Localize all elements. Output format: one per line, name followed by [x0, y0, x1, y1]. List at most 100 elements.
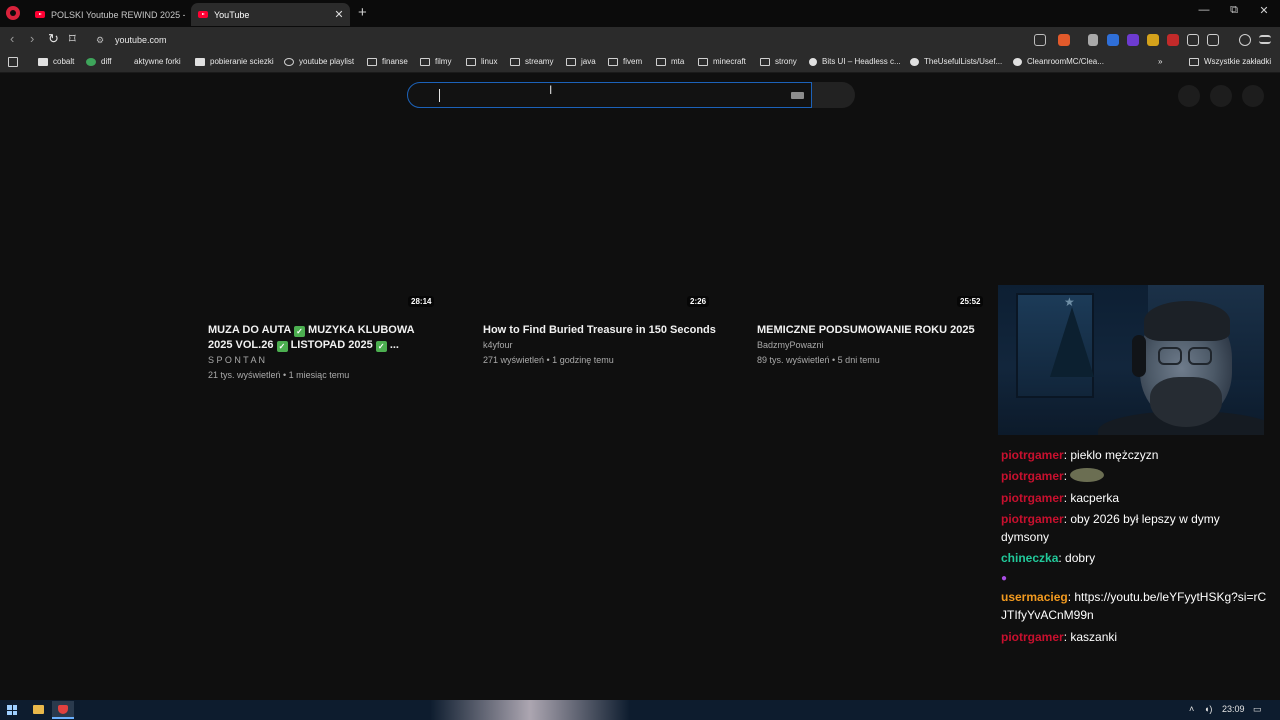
share-icon[interactable]	[1034, 34, 1046, 46]
bookmark-label: Bits UI – Headless c...	[822, 57, 901, 66]
video-title[interactable]: MEMICZNE PODSUMOWANIE ROKU 2025	[757, 323, 987, 338]
video-title-part: MUZA DO AUTA	[208, 324, 291, 336]
clock[interactable]: 23:09	[1222, 704, 1245, 714]
browser-logo-icon[interactable]	[6, 6, 20, 20]
bookmark-folder-minecraft[interactable]: minecraft	[698, 57, 746, 66]
forward-button[interactable]: ›	[30, 31, 34, 46]
video-meta: 89 tys. wyświetleń • 5 dni temu	[757, 355, 880, 365]
tab-youtube-active[interactable]: YouTube ✕	[191, 3, 350, 26]
tab-close-icon[interactable]: ✕	[332, 8, 346, 21]
bookmark-pobieranie-sciezki[interactable]: pobieranie sciezki	[195, 57, 274, 66]
folder-icon	[698, 57, 708, 66]
video-title[interactable]: MUZA DO AUTA ✓ MUZYKA KLUBOWA 2025 VOL.2…	[208, 323, 418, 353]
bookmark-aktywne-forki[interactable]: aktywne forki	[123, 57, 181, 66]
bookmark-label: streamy	[525, 57, 554, 66]
brave-shields-icon[interactable]	[1058, 34, 1070, 46]
close-window-button[interactable]: ✕	[1249, 4, 1279, 17]
back-button[interactable]: ‹	[10, 31, 14, 46]
notifications-tray-icon[interactable]: ▭	[1253, 704, 1262, 715]
file-explorer-icon[interactable]	[33, 705, 44, 714]
folder-icon	[466, 57, 476, 66]
green-check-icon: ✓	[293, 326, 305, 337]
bookmark-folder-fivem[interactable]: fivem	[608, 57, 642, 66]
chat-message: piotrgamer: pieklo mężczyzn	[1001, 448, 1159, 462]
video-channel[interactable]: k4yfour	[483, 340, 513, 350]
chat-message: usermacieg: https://youtu.be/leYFyytHSKg…	[1001, 590, 1267, 622]
all-bookmarks-folder[interactable]: Wszystkie zakładki	[1189, 57, 1271, 66]
youtube-page: I 28:14 MUZA DO AUTA ✓ MUZYKA KLUBOWA 20…	[0, 74, 1280, 700]
media-control-icon[interactable]	[1239, 34, 1251, 46]
bookmark-page-button[interactable]: ⌑	[69, 31, 76, 47]
bookmark-folder-streamy[interactable]: streamy	[510, 57, 553, 66]
chat-username: piotrgamer	[1001, 512, 1064, 526]
video-title[interactable]: How to Find Buried Treasure in 150 Secon…	[483, 323, 723, 338]
video-channel[interactable]: BadzmyPowazni	[757, 340, 824, 350]
notifications-icon[interactable]	[1210, 85, 1232, 107]
bookmark-folder-linux[interactable]: linux	[466, 57, 497, 66]
reading-list-icon[interactable]	[1207, 34, 1219, 46]
bookmarks-overflow-button[interactable]: »	[1158, 57, 1162, 66]
bookmark-bits-ui[interactable]: Bits UI – Headless c...	[809, 57, 901, 66]
extension-icon[interactable]	[1167, 34, 1179, 46]
bookmark-youtube-playlist[interactable]: youtube playlist	[284, 57, 354, 66]
video-title-part: LISTOPAD 2025	[290, 339, 373, 351]
bookmark-label: filmy	[435, 57, 452, 66]
chat-text: dobry	[1065, 551, 1096, 565]
windows-start-icon[interactable]	[7, 705, 17, 715]
chat-username: piotrgamer	[1001, 630, 1064, 644]
headset-icon	[1132, 335, 1146, 377]
site-info-icon[interactable]: ⚙	[96, 35, 104, 46]
bookmark-cleanroommc[interactable]: CleanroomMC/Clea...	[1013, 57, 1104, 66]
extension-icon[interactable]	[1147, 34, 1159, 46]
chat-message: piotrgamer: oby 2026 był lepszy w dymy d…	[1001, 512, 1220, 544]
new-tab-button[interactable]: +	[358, 4, 367, 21]
bits-icon	[809, 57, 817, 66]
create-icon[interactable]	[1178, 85, 1200, 107]
tray-chevron-icon[interactable]: ˄	[1189, 704, 1194, 714]
volume-icon[interactable]: ◖)	[1204, 704, 1212, 714]
bookmark-folder-finanse[interactable]: finanse	[367, 57, 408, 66]
minimize-button[interactable]: —	[1189, 4, 1219, 16]
extension-icon[interactable]	[1107, 34, 1119, 46]
chat-message: ●	[1001, 568, 1271, 588]
chat-text: kaszanki	[1070, 630, 1118, 644]
video-meta: 21 tys. wyświetleń • 1 miesiąc temu	[208, 370, 350, 380]
address-bar[interactable]: youtube.com	[115, 35, 167, 45]
folder-icon	[367, 57, 377, 66]
bookmark-cobalt[interactable]: cobalt	[38, 57, 74, 66]
pause-icon[interactable]	[1088, 34, 1098, 46]
bookmark-label: Wszystkie zakładki	[1204, 57, 1272, 66]
extension-badge-icon[interactable]	[1127, 34, 1139, 46]
chat-message: piotrgamer: kacperka	[1001, 491, 1120, 505]
youtube-favicon-icon	[198, 11, 208, 18]
reload-button[interactable]: ↻	[48, 31, 59, 47]
video-title-part: MUZYKA KLUBOWA	[308, 324, 415, 336]
bookmark-folder-mta[interactable]: mta	[656, 57, 684, 66]
folder-icon	[760, 57, 770, 66]
glasses-icon	[1158, 347, 1182, 365]
menu-icon[interactable]	[1259, 35, 1271, 44]
keyboard-icon[interactable]	[791, 92, 804, 99]
video-title-part: ...	[389, 339, 399, 351]
bookmark-label: linux	[481, 57, 498, 66]
search-button[interactable]	[812, 82, 855, 108]
webcam-hair-shape	[1144, 301, 1230, 341]
browser-taskbar-icon[interactable]	[52, 701, 74, 719]
bookmark-folder-filmy[interactable]: filmy	[420, 57, 451, 66]
video-channel[interactable]: S P O N T A N	[208, 355, 265, 365]
tab-rewind[interactable]: POLSKI Youtube REWIND 2025 - You	[28, 3, 185, 26]
tab-title: YouTube	[214, 9, 250, 20]
bookmark-diff[interactable]: diff	[86, 57, 112, 66]
bookmark-folder-strony[interactable]: strony	[760, 57, 797, 66]
apps-grid-icon[interactable]	[8, 57, 23, 67]
folder-icon	[656, 57, 666, 66]
search-input[interactable]	[407, 82, 812, 108]
bookmark-folder-java[interactable]: java	[566, 57, 596, 66]
restore-button[interactable]: ⧉	[1219, 4, 1249, 17]
glasses-icon	[1188, 347, 1212, 365]
bookmark-theusefullists[interactable]: TheUsefulLists/Usef...	[910, 57, 1002, 66]
folder-icon	[510, 57, 520, 66]
avatar[interactable]	[1242, 85, 1264, 107]
extensions-puzzle-icon[interactable]	[1187, 34, 1199, 46]
text-caret	[439, 89, 440, 102]
